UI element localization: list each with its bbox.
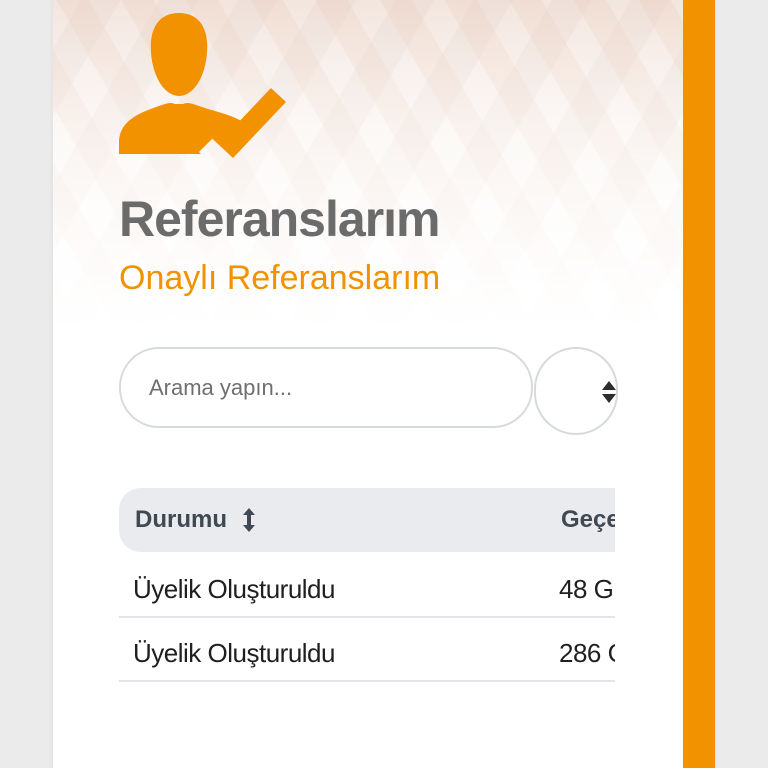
sort-vertical-icon[interactable] xyxy=(241,507,257,533)
table-header: Durumu Geçe xyxy=(119,488,615,552)
sort-button[interactable] xyxy=(534,347,618,435)
cell-status: Üyelik Oluşturuldu xyxy=(133,638,335,668)
table-row[interactable]: Üyelik Oluşturuldu 48 Gü xyxy=(119,554,615,618)
cell-elapsed: 48 Gü xyxy=(559,574,615,604)
cell-elapsed: 286 G xyxy=(559,638,615,668)
user-check-icon xyxy=(119,13,286,158)
page-subtitle: Onaylı Referanslarım xyxy=(119,259,441,297)
accent-bar xyxy=(683,0,715,768)
table-row[interactable]: Üyelik Oluşturuldu 286 G xyxy=(119,618,615,682)
search-input[interactable] xyxy=(119,347,533,428)
column-header-elapsed[interactable]: Geçe xyxy=(561,506,615,534)
sort-icon xyxy=(602,381,616,403)
page-title: Referanslarım xyxy=(119,191,440,247)
cell-status: Üyelik Oluşturuldu xyxy=(133,574,335,604)
referrals-table: Durumu Geçe Üyelik Oluşturuldu 48 Gü Üye… xyxy=(119,488,615,688)
column-header-status[interactable]: Durumu xyxy=(135,506,227,534)
referrals-card: Referanslarım Onaylı Referanslarım Durum… xyxy=(53,0,715,768)
